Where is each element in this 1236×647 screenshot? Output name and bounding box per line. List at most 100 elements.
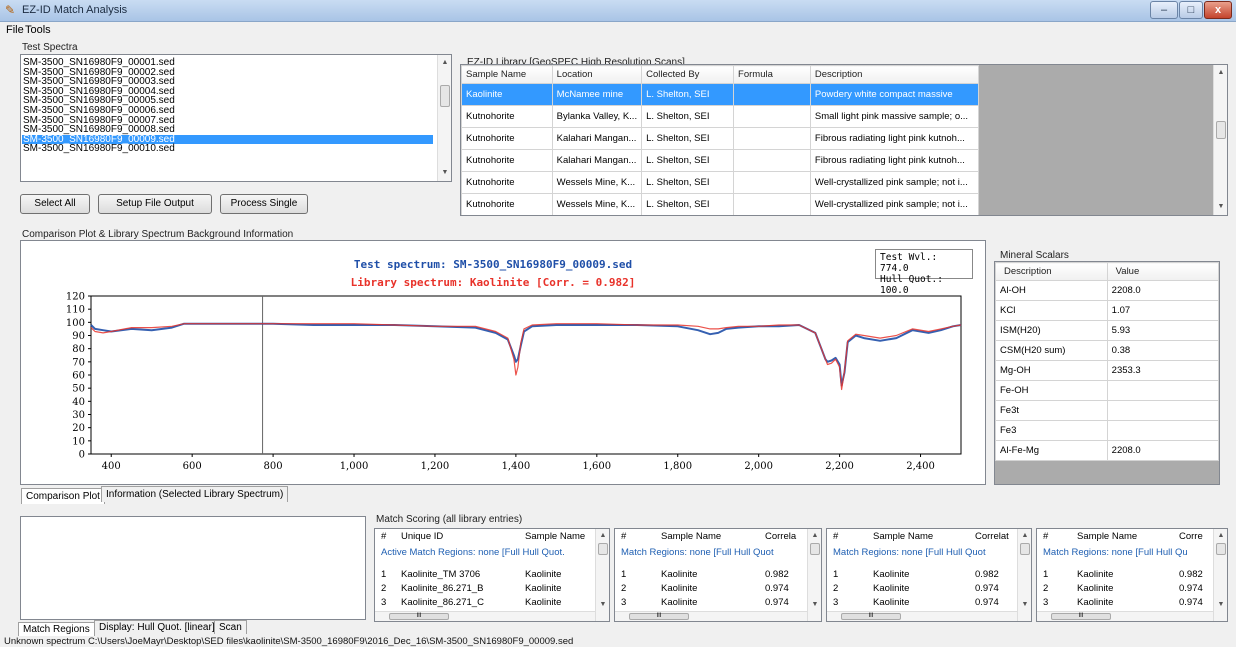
library-row[interactable]: Kaolinite McNamee mine L. Shelton, SEI Powd… [461, 83, 980, 106]
library-cell[interactable]: L. Shelton, SEI [641, 127, 735, 150]
test-spectrum-item[interactable]: SM-3500_SN16980F9_00003.sed [23, 77, 175, 87]
match-scoring-scrollbar[interactable]: ▲ ▼ [1017, 529, 1031, 621]
library-column-header[interactable]: Sample Name [461, 65, 553, 84]
library-cell[interactable]: Kalahari Mangan... [551, 149, 643, 172]
match-scoring-row[interactable]: 3 Kaolinite 0.974 [615, 597, 807, 609]
mineral-scalar-row[interactable]: ISM(H20) 5.93 [995, 320, 1219, 341]
library-cell[interactable]: Kutnohorite [461, 171, 553, 194]
library-cell[interactable] [733, 149, 811, 172]
comparison-plot-panel[interactable]: Test spectrum: SM-3500_SN16980F9_00009.s… [20, 240, 986, 485]
match-scoring-hscrollbar[interactable]: III [615, 611, 807, 621]
library-cell[interactable]: Kutnohorite [461, 149, 553, 172]
match-scoring-column-header[interactable]: # [381, 531, 386, 542]
match-scoring-hscrollbar[interactable]: III [375, 611, 595, 621]
match-scoring-column-header[interactable]: Correla [765, 531, 796, 542]
match-scoring-hscrollbar[interactable]: III [1037, 611, 1213, 621]
tab-scan[interactable]: Scan [214, 620, 247, 634]
mineral-scalar-row[interactable]: Al-OH 2208.0 [995, 280, 1219, 301]
scroll-down-icon[interactable]: ▼ [596, 599, 609, 611]
library-cell[interactable]: Wessels Mine, K... [551, 193, 643, 215]
match-scoring-row[interactable]: 2 Kaolinite_86.271_B Kaolinite [375, 583, 595, 595]
match-scoring-scrollbar[interactable]: ▲ ▼ [595, 529, 609, 621]
mineral-scalar-row[interactable]: Fe3 [995, 420, 1219, 441]
scroll-thumb[interactable]: III [629, 613, 689, 620]
scroll-down-icon[interactable]: ▼ [1214, 201, 1227, 213]
match-scoring-row[interactable]: 2 Kaolinite 0.974 [827, 583, 1017, 595]
match-scoring-panel[interactable]: # Sample Name Correla Match Regions: none [… [614, 528, 822, 622]
match-scoring-row[interactable]: 3 Kaolinite 0.974 [827, 597, 1017, 609]
spectrum-chart[interactable]: Test spectrum: SM-3500_SN16980F9_00009.s… [21, 241, 985, 484]
library-cell[interactable] [733, 105, 811, 128]
library-cell[interactable]: Wessels Mine, K... [551, 171, 643, 194]
match-scoring-column-header[interactable]: Sample Name [525, 531, 585, 542]
library-cell[interactable]: Fibrous radiating light pink kutnoh... [809, 149, 980, 172]
scroll-up-icon[interactable]: ▲ [1214, 67, 1227, 79]
test-spectrum-item[interactable]: SM-3500_SN16980F9_00010.sed [23, 144, 175, 154]
scroll-down-icon[interactable]: ▼ [1214, 599, 1227, 611]
scroll-down-icon[interactable]: ▼ [1018, 599, 1031, 611]
match-scoring-scrollbar[interactable]: ▲ ▼ [1213, 529, 1227, 621]
library-cell[interactable]: L. Shelton, SEI [641, 149, 735, 172]
match-scoring-column-header[interactable]: Sample Name [1077, 531, 1137, 542]
match-scoring-column-header[interactable]: Correlat [975, 531, 1009, 542]
library-cell[interactable] [733, 193, 811, 215]
library-cell[interactable]: Well-crystallized pink sample; not i... [809, 193, 980, 215]
library-column-header[interactable]: Location [551, 65, 643, 84]
library-cell[interactable]: Kaolinite [461, 83, 553, 106]
maximize-button[interactable]: □ [1179, 1, 1203, 19]
scroll-up-icon[interactable]: ▲ [1018, 530, 1031, 542]
match-scoring-panel[interactable]: # Sample Name Correlat Match Regions: none … [826, 528, 1032, 622]
mineral-scalars-column-header[interactable]: Description [995, 262, 1108, 281]
setup-file-output-button[interactable]: Setup File Output [98, 194, 212, 214]
match-scoring-panel[interactable]: # Unique ID Sample Name Active Match Region… [374, 528, 610, 622]
scroll-thumb[interactable] [1216, 543, 1226, 555]
library-row[interactable]: Kutnohorite Kalahari Mangan... L. Shelton,… [461, 127, 980, 150]
test-spectrum-item[interactable]: SM-3500_SN16980F9_00006.sed [23, 106, 175, 116]
match-scoring-row[interactable]: 2 Kaolinite 0.974 [1037, 583, 1213, 595]
library-cell[interactable]: L. Shelton, SEI [641, 193, 735, 215]
test-spectrum-item[interactable]: SM-3500_SN16980F9_00001.sed [23, 58, 175, 68]
library-cell[interactable]: Well-crystallized pink sample; not i... [809, 171, 980, 194]
minimize-button[interactable]: – [1150, 1, 1178, 19]
match-scoring-row[interactable]: 1 Kaolinite 0.982 [827, 569, 1017, 581]
match-scoring-hscrollbar[interactable]: III [827, 611, 1017, 621]
scroll-thumb[interactable]: III [841, 613, 901, 620]
library-row[interactable]: Kutnohorite Wessels Mine, K... L. Shelton,… [461, 171, 980, 194]
scroll-up-icon[interactable]: ▲ [596, 530, 609, 542]
library-grid[interactable]: Sample Name Location Collected By Formula De… [460, 64, 1228, 216]
scroll-up-icon[interactable]: ▲ [808, 530, 821, 542]
library-cell[interactable]: Kutnohorite [461, 193, 553, 215]
menu-file[interactable]: File [6, 24, 24, 36]
match-scoring-panel[interactable]: # Sample Name Corre Match Regions: none [Fu… [1036, 528, 1228, 622]
scroll-up-icon[interactable]: ▲ [438, 57, 452, 69]
match-scoring-column-header[interactable]: Corre [1179, 531, 1203, 542]
match-scoring-row[interactable]: 2 Kaolinite 0.974 [615, 583, 807, 595]
mineral-scalar-row[interactable]: Fe-OH [995, 380, 1219, 401]
library-cell[interactable]: Kutnohorite [461, 105, 553, 128]
library-cell[interactable]: L. Shelton, SEI [641, 83, 735, 106]
scroll-down-icon[interactable]: ▼ [808, 599, 821, 611]
scroll-thumb[interactable] [1216, 121, 1226, 139]
match-scoring-row[interactable]: 1 Kaolinite_TM 3706 Kaolinite [375, 569, 595, 581]
library-cell[interactable] [733, 171, 811, 194]
select-all-button[interactable]: Select All [20, 194, 90, 214]
library-cell[interactable] [733, 127, 811, 150]
library-row[interactable]: Kutnohorite Kalahari Mangan... L. Shelton,… [461, 149, 980, 172]
library-cell[interactable]: Small light pink massive sample; o... [809, 105, 980, 128]
scroll-thumb[interactable] [440, 85, 450, 107]
library-cell[interactable]: McNamee mine [551, 83, 643, 106]
scroll-thumb[interactable] [598, 543, 608, 555]
match-scoring-row[interactable]: 3 Kaolinite 0.974 [1037, 597, 1213, 609]
scroll-thumb[interactable] [1020, 543, 1030, 555]
mineral-scalar-row[interactable]: CSM(H20 sum) 0.38 [995, 340, 1219, 361]
close-button[interactable]: x [1204, 1, 1232, 19]
match-scoring-scrollbar[interactable]: ▲ ▼ [807, 529, 821, 621]
match-scoring-row[interactable]: 1 Kaolinite 0.982 [1037, 569, 1213, 581]
tab-display[interactable]: Display: Hull Quot. [linear] [94, 620, 220, 634]
mineral-scalars-column-header[interactable]: Value [1106, 262, 1219, 281]
library-row[interactable]: Kutnohorite Bylanka Valley, K... L. Shelto… [461, 105, 980, 128]
library-cell[interactable]: Kalahari Mangan... [551, 127, 643, 150]
match-scoring-column-header[interactable]: # [1043, 531, 1048, 542]
scroll-down-icon[interactable]: ▼ [438, 167, 452, 179]
tab-comparison-plot[interactable]: Comparison Plot [21, 488, 105, 504]
